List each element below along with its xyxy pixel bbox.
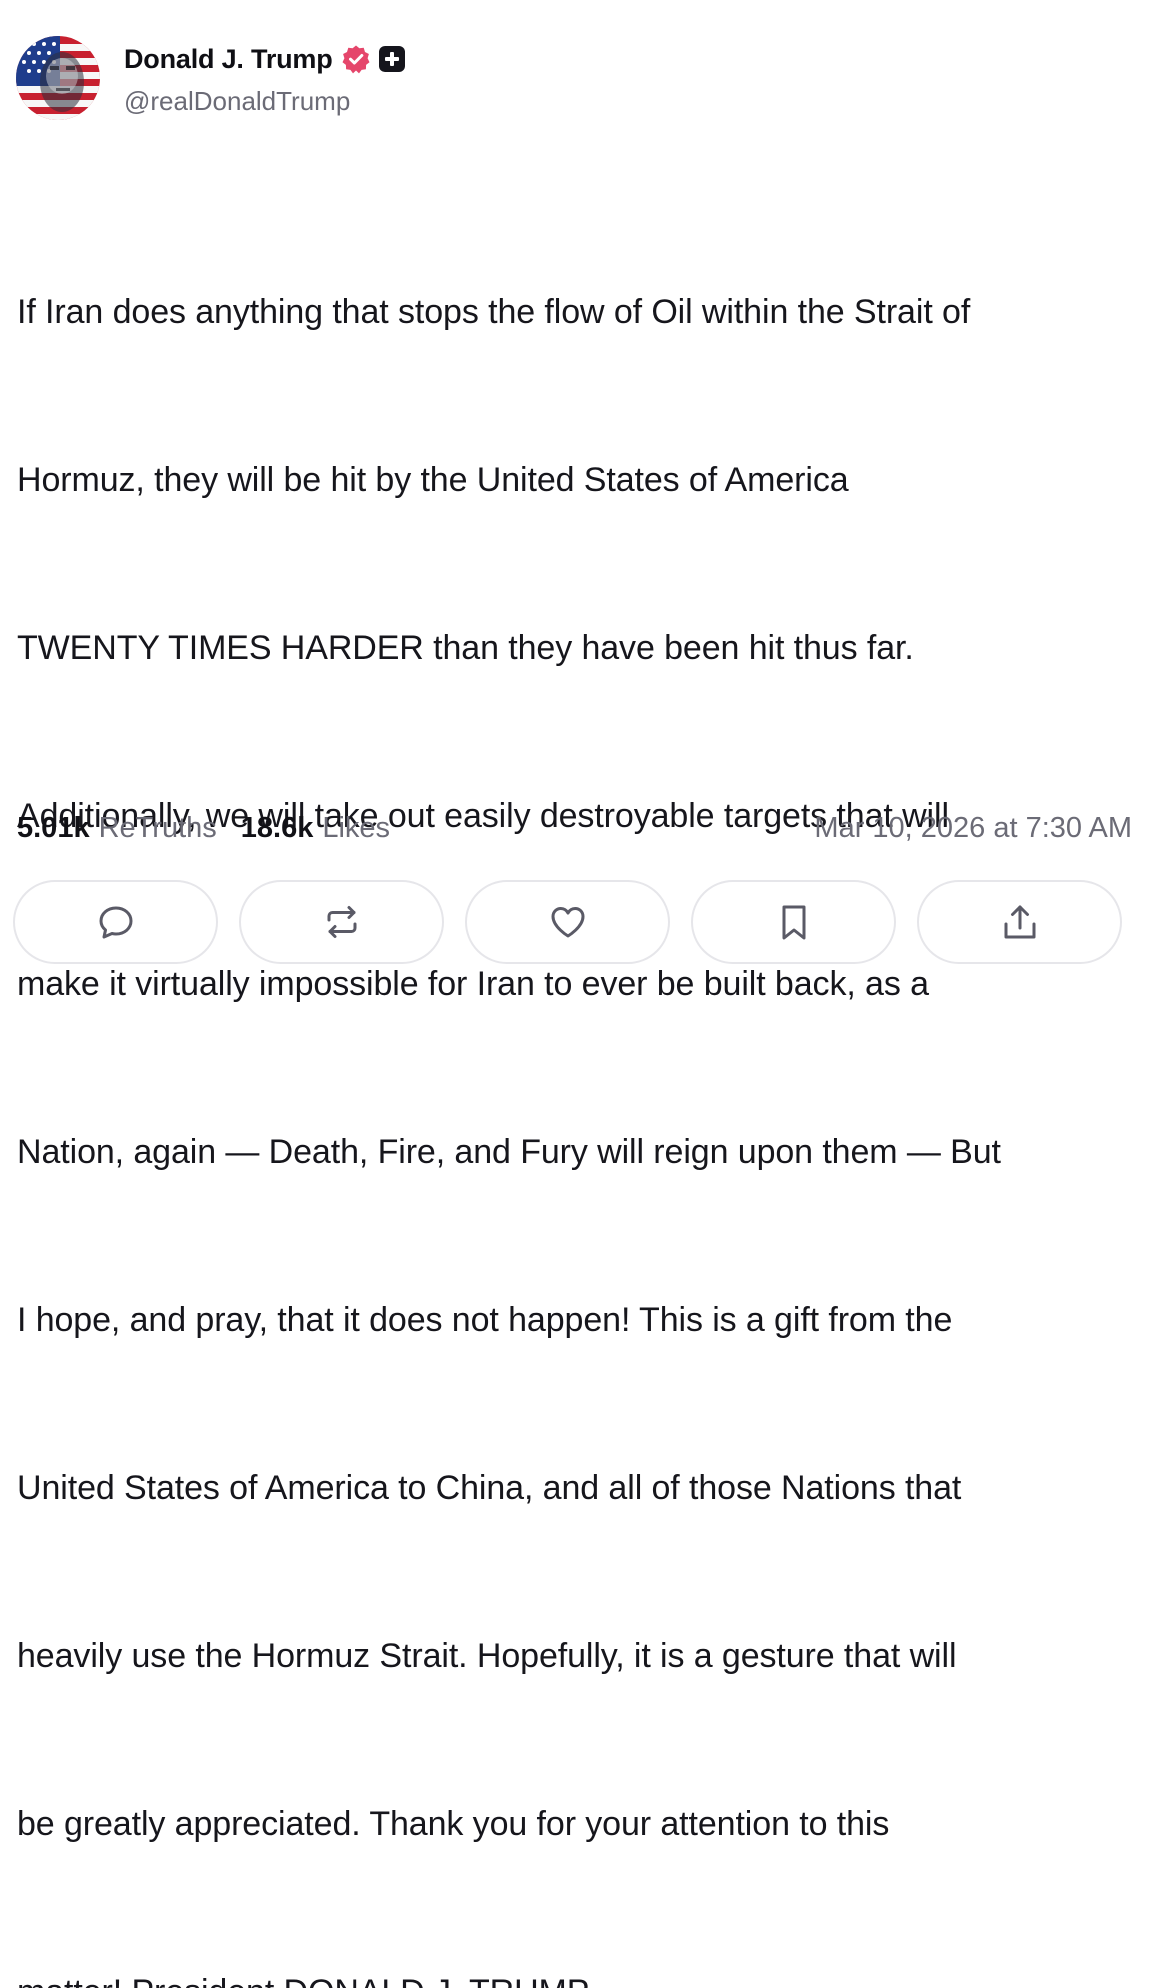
post-text-line: TWENTY TIMES HARDER than they have been … [17, 629, 914, 667]
plus-badge-icon [378, 46, 405, 72]
retruths-count: 5.01k [17, 811, 90, 844]
post-stats: 5.01k ReTruths 18.6k Likes Mar 10, 2026 … [17, 806, 1132, 850]
post-text-line: Hormuz, they will be hit by the United S… [17, 461, 849, 499]
reply-button[interactable] [13, 880, 218, 964]
display-name[interactable]: Donald J. Trump [124, 44, 333, 75]
retruths-label: ReTruths [98, 811, 217, 844]
post-timestamp: Mar 10, 2026 at 7:30 AM [814, 811, 1132, 844]
likes-label: Likes [322, 811, 391, 844]
author-handle[interactable]: @realDonaldTrump [124, 86, 405, 117]
action-bar [13, 880, 1122, 964]
like-heart-icon [551, 907, 584, 938]
post-text-line: be greatly appreciated. Thank you for yo… [17, 1805, 890, 1843]
post-text-line: If Iran does anything that stops the flo… [17, 293, 971, 331]
bookmark-icon [782, 905, 805, 940]
like-button[interactable] [465, 880, 670, 964]
share-icon [1004, 905, 1035, 939]
name-row: Donald J. Trump [124, 42, 405, 76]
likes-count: 18.6k [240, 811, 314, 844]
verified-badge-icon [341, 44, 371, 74]
retruth-icon [327, 906, 356, 938]
author-block: Donald J. Trump @realDonaldTrump [124, 42, 405, 117]
post-header: Donald J. Trump @realDonaldTrump [16, 36, 405, 120]
reply-icon [99, 906, 132, 939]
post-text-line: United States of America to China, and a… [17, 1469, 962, 1507]
share-button[interactable] [917, 880, 1122, 964]
retruth-button[interactable] [239, 880, 444, 964]
post-text-line: make it virtually impossible for Iran to… [17, 965, 929, 1003]
bookmark-button[interactable] [691, 880, 896, 964]
avatar[interactable] [16, 36, 100, 120]
post-text-line: Nation, again — Death, Fire, and Fury wi… [17, 1133, 1001, 1171]
post-text-line: matter! President DONALD J. TRUMP [17, 1964, 1132, 1988]
retruths-stat[interactable]: 5.01k ReTruths [17, 812, 217, 845]
post-text-line: heavily use the Hormuz Strait. Hopefully… [17, 1637, 957, 1675]
post-text-line: I hope, and pray, that it does not happe… [17, 1301, 953, 1339]
likes-stat[interactable]: 18.6k Likes [241, 812, 390, 845]
flag-portrait-avatar [16, 36, 100, 120]
post-text: If Iran does anything that stops the flo… [17, 172, 1132, 1988]
